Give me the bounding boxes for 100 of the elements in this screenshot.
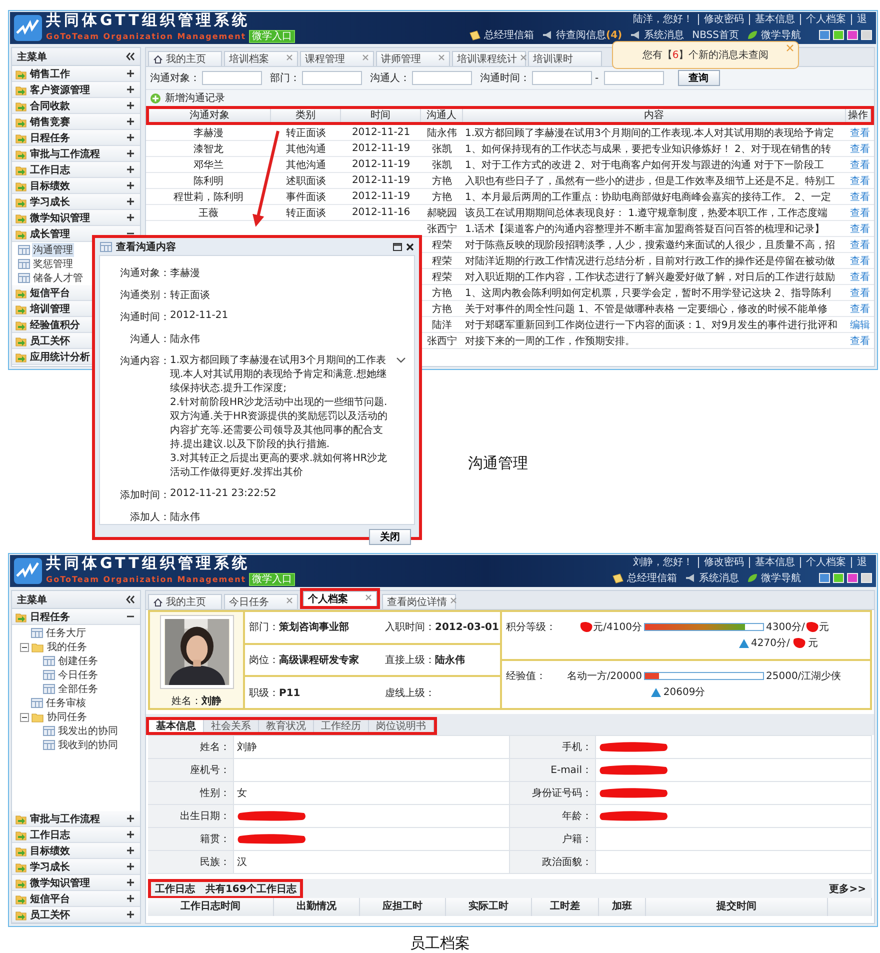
tab[interactable]: 我的主页 xyxy=(148,594,222,609)
menu-item[interactable]: 目标绩效 xyxy=(12,178,140,194)
tree-item[interactable]: 奖惩管理 xyxy=(32,257,74,271)
horn-icon[interactable] xyxy=(542,30,554,40)
row-action-link[interactable]: 查看 xyxy=(850,192,870,202)
menu-item[interactable]: 微学知识管理 xyxy=(12,875,140,891)
input-field[interactable] xyxy=(302,71,362,85)
tree-item[interactable]: 任务审核 xyxy=(45,696,87,710)
add-record-link[interactable]: 新增沟通记录 xyxy=(165,91,225,105)
menu-item[interactable]: 工作日志 xyxy=(12,162,140,178)
tree-item[interactable]: 今日任务 xyxy=(57,668,99,682)
expand-icon[interactable] xyxy=(126,830,135,839)
tab[interactable]: 个人档案 xyxy=(303,591,377,606)
row-action-link[interactable]: 查看 xyxy=(850,288,870,298)
toolbar-link[interactable]: 系统消息 xyxy=(699,571,739,585)
menu-item[interactable]: 日程任务 xyxy=(12,609,140,625)
toolbar-link[interactable]: 总经理信箱 xyxy=(484,28,534,42)
expand-icon[interactable] xyxy=(126,117,135,126)
menu-item[interactable]: 短信平台 xyxy=(12,891,140,907)
tab[interactable]: 基本信息 xyxy=(149,720,204,732)
theme-swatch[interactable] xyxy=(861,573,872,583)
theme-swatch[interactable] xyxy=(833,30,844,40)
collapse-icon[interactable] xyxy=(20,642,29,652)
expand-icon[interactable] xyxy=(126,910,135,919)
leaf-icon[interactable] xyxy=(747,30,758,40)
expand-icon[interactable] xyxy=(126,814,135,823)
row-action-link[interactable]: 查看 xyxy=(850,336,870,346)
menu-item[interactable]: 学习成长 xyxy=(12,859,140,875)
header-link[interactable]: 退 xyxy=(851,14,872,25)
toolbar-link[interactable]: 系统消息 xyxy=(644,28,684,42)
row-action-link[interactable]: 查看 xyxy=(850,128,870,138)
theme-swatch[interactable] xyxy=(819,573,830,583)
row-action-link[interactable]: 查看 xyxy=(850,160,870,170)
toolbar-link[interactable]: 微学导航 xyxy=(761,571,801,585)
tab[interactable]: 培训课时 xyxy=(528,51,602,66)
menu-item[interactable]: 学习成长 xyxy=(12,194,140,210)
tree-item[interactable]: 创建任务 xyxy=(57,654,99,668)
tab[interactable]: 课程管理 xyxy=(300,51,374,66)
note-icon[interactable] xyxy=(612,572,624,584)
more-link[interactable]: 更多>> xyxy=(829,882,872,896)
menu-item[interactable]: 合同收款 xyxy=(12,98,140,114)
tree-item[interactable]: 我的任务 xyxy=(46,640,88,654)
header-link[interactable]: 修改密码 xyxy=(698,14,749,25)
row-action-link[interactable]: 查看 xyxy=(850,144,870,154)
tab[interactable]: 我的主页 xyxy=(148,51,222,66)
row-action-link[interactable]: 查看 xyxy=(850,208,870,218)
menu-item[interactable]: 日程任务 xyxy=(12,130,140,146)
tree-item[interactable]: 储备人才管 xyxy=(32,271,84,285)
menu-item[interactable]: 微学知识管理 xyxy=(12,210,140,226)
row-action-link[interactable]: 编辑 xyxy=(850,320,870,330)
menu-item[interactable]: 审批与工作流程 xyxy=(12,146,140,162)
input-field[interactable] xyxy=(532,71,592,85)
menu-item[interactable]: 销售竞赛 xyxy=(12,114,140,130)
menu-item[interactable]: 工作日志 xyxy=(12,827,140,843)
expand-icon[interactable] xyxy=(126,165,135,174)
note-icon[interactable] xyxy=(469,30,482,40)
expand-icon[interactable] xyxy=(126,894,135,903)
toolbar-link[interactable]: NBSS首页 xyxy=(692,28,739,42)
expand-icon[interactable] xyxy=(126,197,135,206)
input-field[interactable] xyxy=(604,71,664,85)
input-field[interactable] xyxy=(412,71,472,85)
row-action-link[interactable]: 查看 xyxy=(850,256,870,266)
tab[interactable]: 查看岗位详情 xyxy=(382,594,456,609)
leaf-icon[interactable] xyxy=(747,573,758,583)
horn-icon[interactable] xyxy=(685,573,696,583)
close-icon[interactable] xyxy=(406,242,414,250)
theme-swatch[interactable] xyxy=(847,573,858,583)
tree-item[interactable]: 我发出的协同 xyxy=(57,724,119,738)
chevron-down-icon[interactable] xyxy=(396,357,406,364)
expand-icon[interactable] xyxy=(126,133,135,142)
row-action-link[interactable]: 查看 xyxy=(850,224,870,234)
tab[interactable]: 讲师管理 xyxy=(376,51,450,66)
expand-icon[interactable] xyxy=(126,101,135,110)
row-action-link[interactable]: 查看 xyxy=(850,176,870,186)
toolbar-link[interactable]: 总经理信箱 xyxy=(627,571,677,585)
theme-swatch[interactable] xyxy=(861,30,872,40)
header-link[interactable]: 修改密码 xyxy=(698,557,749,568)
toolbar-link[interactable]: 微学导航 xyxy=(761,28,801,42)
row-action-link[interactable]: 查看 xyxy=(850,240,870,250)
collapse-icon[interactable] xyxy=(125,52,135,61)
expand-icon[interactable] xyxy=(126,181,135,190)
menu-item[interactable]: 销售工作 xyxy=(12,66,140,82)
header-link[interactable]: 基本信息 xyxy=(749,14,800,25)
collapse-icon[interactable] xyxy=(125,595,135,604)
row-action-link[interactable]: 查看 xyxy=(850,304,870,314)
expand-icon[interactable] xyxy=(126,149,135,158)
theme-swatch[interactable] xyxy=(833,573,844,583)
tree-item[interactable]: 全部任务 xyxy=(57,682,99,696)
expand-icon[interactable] xyxy=(126,213,135,222)
expand-icon[interactable] xyxy=(126,846,135,855)
theme-swatch[interactable] xyxy=(847,30,858,40)
tree-item[interactable]: 协同任务 xyxy=(46,710,88,724)
collapse-icon[interactable] xyxy=(20,712,29,722)
menu-item[interactable]: 员工关怀 xyxy=(12,907,140,923)
toolbar-link[interactable]: 待查阅信息(4) xyxy=(556,28,622,42)
maximize-icon[interactable] xyxy=(393,242,402,250)
row-action-link[interactable]: 查看 xyxy=(850,272,870,282)
tree-item[interactable]: 我收到的协同 xyxy=(57,738,119,752)
tree-item[interactable]: 沟通管理 xyxy=(32,243,74,257)
header-link[interactable]: 基本信息 xyxy=(749,557,800,568)
